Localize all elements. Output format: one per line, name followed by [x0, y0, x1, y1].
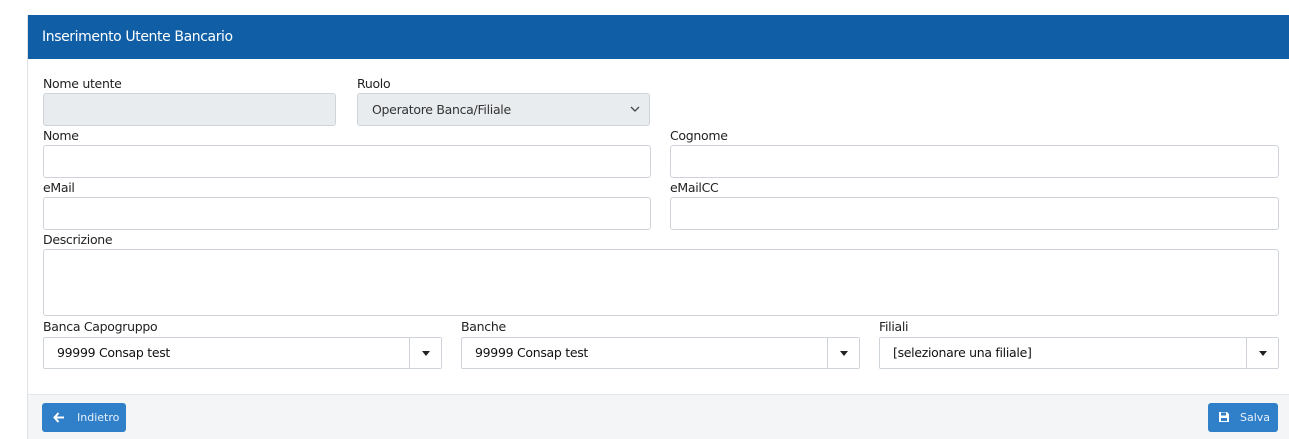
filiali-select[interactable]: [selezionare una filiale] — [879, 337, 1279, 369]
banca-capogruppo-label: Banca Capogruppo — [43, 319, 158, 334]
filiali-label: Filiali — [879, 319, 909, 334]
cognome-input[interactable] — [670, 145, 1279, 178]
email-label: eMail — [43, 180, 75, 195]
banche-dropdown-button[interactable] — [827, 338, 859, 368]
form-footer: Indietro Salva — [28, 394, 1289, 439]
floppy-disk-icon — [1219, 412, 1229, 422]
cognome-label: Cognome — [670, 128, 728, 143]
panel-header: Inserimento Utente Bancario — [28, 15, 1289, 59]
caret-down-icon — [1259, 351, 1267, 356]
email-input[interactable] — [43, 197, 651, 230]
save-button[interactable]: Salva — [1208, 403, 1278, 432]
emailcc-input[interactable] — [670, 197, 1279, 230]
descrizione-label: Descrizione — [43, 232, 113, 247]
caret-down-icon — [840, 351, 848, 356]
descrizione-textarea[interactable] — [43, 249, 1279, 316]
back-button-label: Indietro — [77, 411, 120, 424]
banca-capogruppo-value: 99999 Consap test — [57, 345, 171, 360]
back-button[interactable]: Indietro — [42, 403, 126, 432]
caret-down-icon — [422, 351, 430, 356]
banche-select[interactable]: 99999 Consap test — [461, 337, 860, 369]
banca-capogruppo-select[interactable]: 99999 Consap test — [43, 337, 442, 369]
nome-utente-label: Nome utente — [43, 76, 122, 91]
nome-input[interactable] — [43, 145, 651, 178]
banche-label: Banche — [461, 319, 506, 334]
arrow-left-icon — [53, 412, 64, 423]
filiali-dropdown-button[interactable] — [1246, 338, 1278, 368]
nome-label: Nome — [43, 128, 79, 143]
save-button-label: Salva — [1240, 411, 1271, 424]
chevron-down-icon — [630, 106, 640, 112]
page-title: Inserimento Utente Bancario — [42, 29, 233, 45]
ruolo-select-value: Operatore Banca/Filiale — [372, 102, 511, 117]
filiali-value: [selezionare una filiale] — [893, 345, 1032, 360]
ruolo-label: Ruolo — [357, 76, 391, 91]
banca-capogruppo-dropdown-button[interactable] — [409, 338, 441, 368]
insert-user-panel: Inserimento Utente Bancario Nome utente … — [27, 15, 1289, 439]
emailcc-label: eMailCC — [670, 180, 719, 195]
banche-value: 99999 Consap test — [475, 345, 589, 360]
nome-utente-input — [43, 93, 336, 126]
ruolo-select[interactable]: Operatore Banca/Filiale — [357, 93, 650, 126]
